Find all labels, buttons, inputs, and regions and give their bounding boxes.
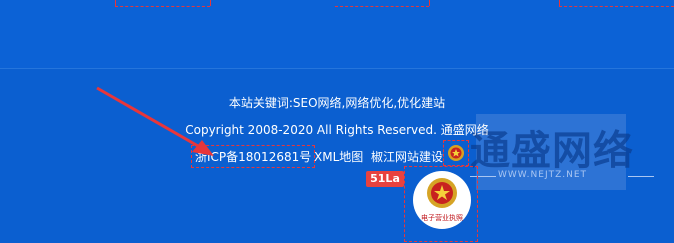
annotation-arrow-icon (96, 86, 214, 156)
